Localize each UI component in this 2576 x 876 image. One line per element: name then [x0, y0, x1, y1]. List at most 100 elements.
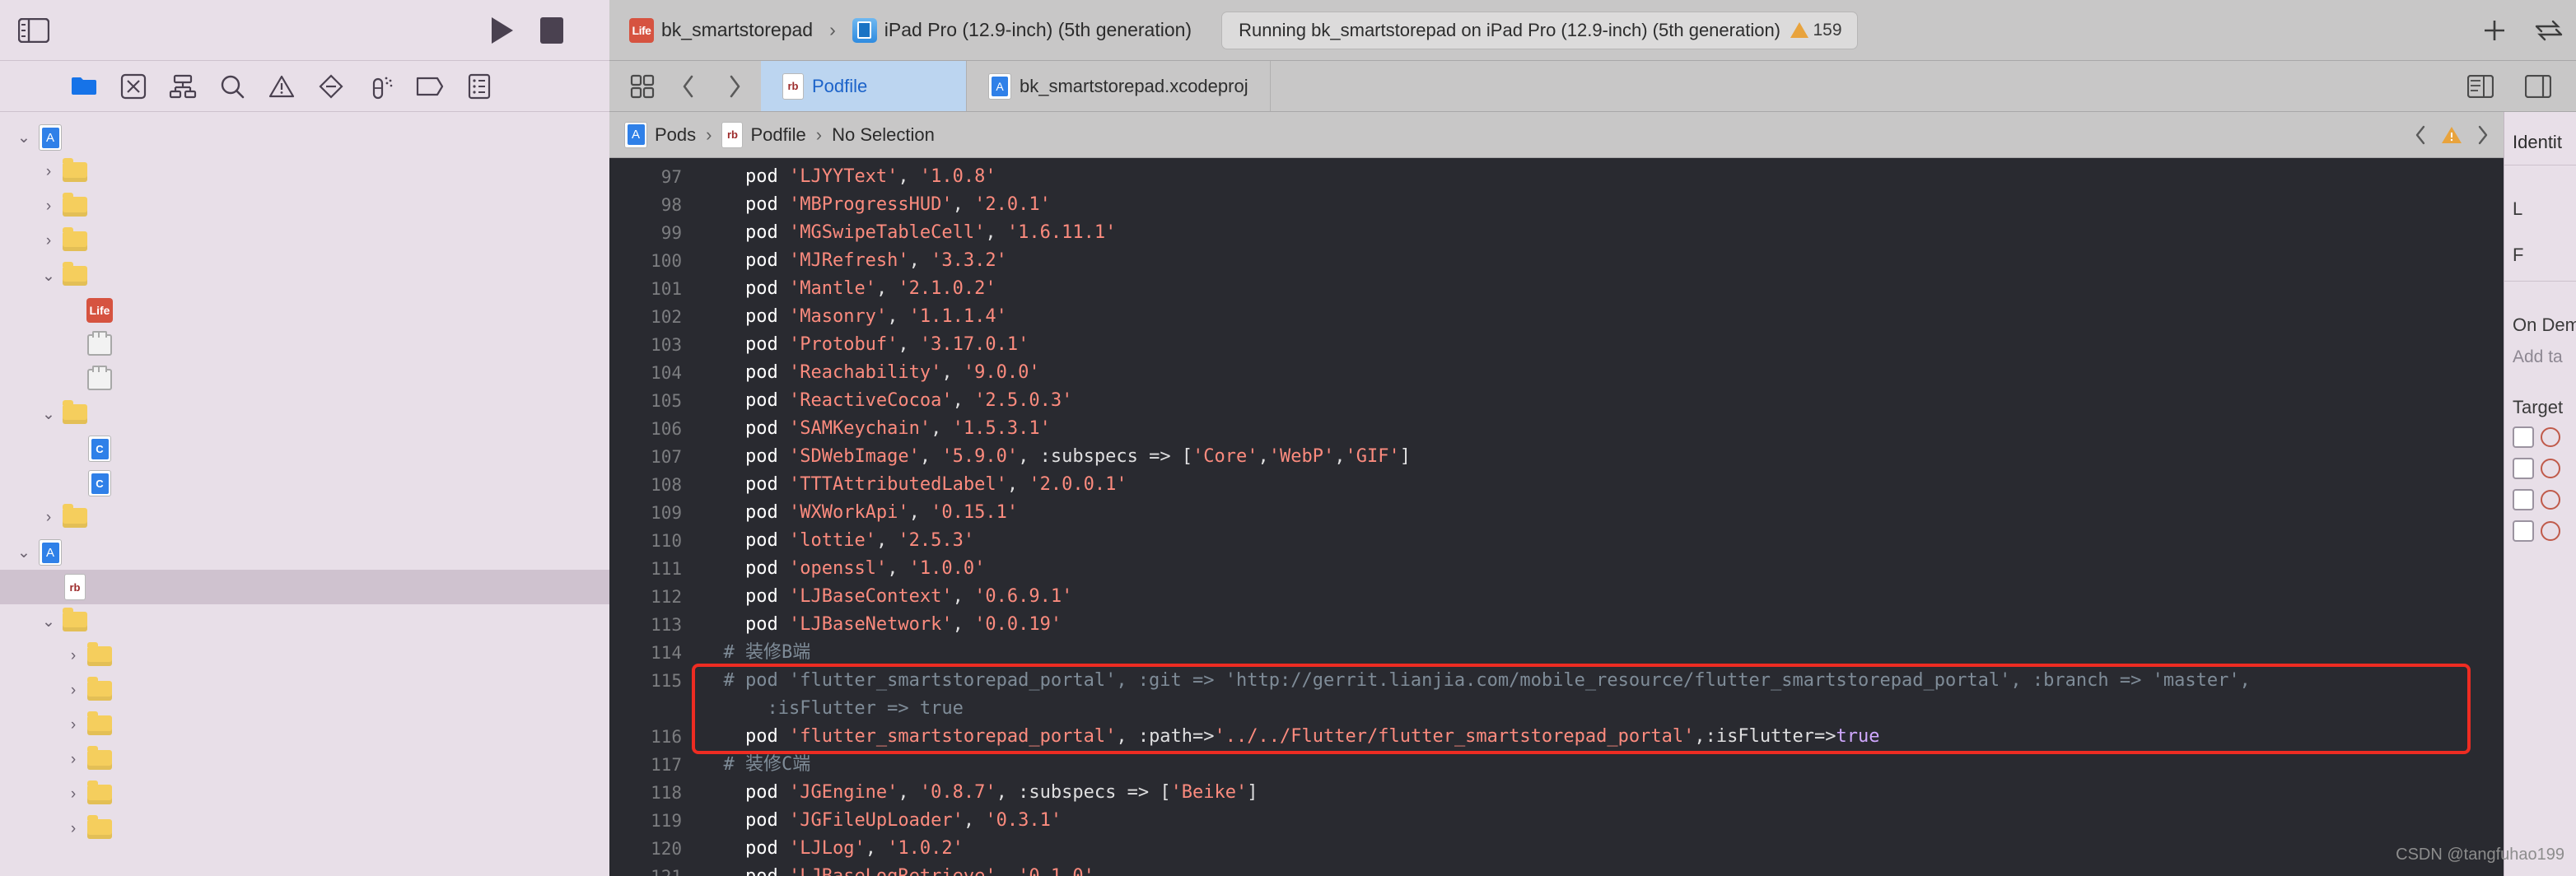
chevron-down-icon[interactable]: ⌄	[36, 405, 61, 424]
folder-icon	[63, 193, 87, 217]
xcodeproj-icon: A	[988, 72, 1011, 100]
sidebar-item-pods-bk-smartstorepad-release-xcconfig[interactable]: ·C	[0, 466, 609, 501]
chevron-right-icon[interactable]: ›	[36, 232, 61, 250]
sidebar-item-podfile[interactable]: ·rb	[0, 570, 609, 604]
sidebar-item-bk-smartstorepad-app[interactable]: ·Life	[0, 293, 609, 328]
sidebar-item-flutter-basic-performance-plugin[interactable]: ›	[0, 777, 609, 812]
chevron-right-icon[interactable]: ›	[61, 785, 86, 804]
search-icon[interactable]	[208, 63, 257, 110]
target-membership-row[interactable]	[2504, 484, 2576, 515]
code-line: 112 pod 'LJBaseContext', '0.6.9.1'	[609, 583, 2504, 611]
sidebar-item-beike-flutter-abtest-plugin[interactable]: ›	[0, 639, 609, 673]
target-icon	[2541, 427, 2560, 447]
add-editor-button[interactable]	[2467, 6, 2522, 55]
thumbnail-grid-icon[interactable]	[621, 65, 664, 108]
chevron-down-icon[interactable]: ⌄	[36, 613, 61, 631]
warning-icon[interactable]	[257, 63, 306, 110]
warning-badge[interactable]: 159	[1790, 21, 1849, 40]
code-line: 113 pod 'LJBaseNetwork', '0.0.19'	[609, 611, 2504, 639]
minimap-icon[interactable]	[2459, 65, 2502, 108]
chevron-right-icon[interactable]: ›	[61, 820, 86, 838]
sidebar-toggle-icon[interactable]	[15, 14, 53, 47]
debug-icon[interactable]	[356, 63, 405, 110]
inspector-toggle-icon[interactable]	[2517, 65, 2560, 108]
forward-chevron-icon[interactable]	[713, 65, 756, 108]
chevron-right-icon[interactable]: ›	[36, 198, 61, 216]
project-navigator[interactable]: ⌄A›››⌄·Life··⌄·C·C›⌄A·rb⌄››››››	[0, 112, 609, 876]
divider	[2504, 281, 2576, 282]
sidebar-item-products[interactable]: ⌄	[0, 259, 609, 293]
code-editor[interactable]: 97 pod 'LJYYText', '1.0.8' 98 pod 'MBProg…	[609, 158, 2504, 876]
destination-selector[interactable]: iPad Pro (12.9-inch) (5th generation)	[844, 13, 1200, 48]
target-icon	[2541, 490, 2560, 510]
chevron-down-icon[interactable]: ⌄	[36, 267, 61, 286]
line-content: pod 'MGSwipeTableCell', '1.6.11.1'	[702, 222, 1117, 243]
line-number: 112	[651, 587, 682, 607]
tab-podfile[interactable]: rb Podfile	[761, 61, 967, 111]
checkbox-icon[interactable]	[2513, 489, 2534, 510]
code-line: 116 pod 'flutter_smartstorepad_portal', …	[609, 723, 2504, 751]
chevron-right-icon[interactable]: ›	[61, 716, 86, 734]
sidebar-item-pods[interactable]: ⌄	[0, 397, 609, 431]
hierarchy-icon[interactable]	[158, 63, 208, 110]
breadcrumb-item-podfile[interactable]: rb Podfile	[721, 121, 806, 148]
back-chevron-icon[interactable]	[667, 65, 710, 108]
breadcrumb-separator-icon: ›	[815, 123, 823, 145]
run-button[interactable]	[478, 7, 527, 54]
sidebar-item-flutter-basic-hook[interactable]: ›	[0, 743, 609, 777]
next-issue-icon[interactable]	[2476, 124, 2490, 146]
chevron-down-icon[interactable]: ⌄	[12, 128, 36, 147]
line-content: pod 'LJBaseNetwork', '0.0.19'	[702, 614, 1062, 635]
stop-button[interactable]	[527, 7, 576, 54]
sidebar-item-bk-smartstorepaduitests[interactable]: ›	[0, 224, 609, 259]
sidebar-item-bk-smartstorepad[interactable]: ⌄ A	[0, 120, 609, 155]
checkbox-icon[interactable]	[2513, 520, 2534, 542]
sidebar-item-beike-flutter-router-plugin[interactable]: ›	[0, 673, 609, 708]
report-icon[interactable]	[455, 63, 504, 110]
code-line: 105 pod 'ReactiveCocoa', '2.5.0.3'	[609, 387, 2504, 415]
chevron-right-icon[interactable]: ›	[61, 682, 86, 700]
checkbox-icon[interactable]	[2513, 426, 2534, 448]
chevron-right-icon[interactable]: ›	[36, 163, 61, 181]
prev-issue-icon[interactable]	[2413, 124, 2428, 146]
source-control-icon[interactable]	[109, 63, 158, 110]
breadcrumb-item-pods[interactable]: A Pods	[624, 121, 696, 148]
inspector-add-tag[interactable]: Add ta	[2504, 339, 2576, 375]
checkbox-icon[interactable]	[2513, 458, 2534, 479]
breakpoint-icon[interactable]	[405, 63, 455, 110]
line-number: 120	[651, 839, 682, 859]
chevron-down-icon[interactable]: ⌄	[12, 543, 36, 562]
sidebar-item-pods[interactable]: ⌄ A	[0, 535, 609, 570]
sidebar-item-pods-bk-smartstorepad-debug-xcconfig[interactable]: ·C	[0, 431, 609, 466]
folder-icon[interactable]	[59, 63, 109, 110]
test-diamond-icon[interactable]	[306, 63, 356, 110]
line-number: 118	[651, 783, 682, 803]
sidebar-item-bk-smartstorepadtests[interactable]: ›	[0, 189, 609, 224]
editor-right-controls	[2443, 61, 2576, 111]
activity-status-bar[interactable]: Running bk_smartstorepad on iPad Pro (12…	[1221, 11, 1858, 49]
target-membership-row[interactable]	[2504, 422, 2576, 453]
tab-xcodeproj[interactable]: A bk_smartstorepad.xcodeproj	[967, 61, 1271, 111]
scheme-selector[interactable]: Life bk_smartstorepad	[621, 13, 821, 48]
warning-triangle-icon[interactable]	[2441, 125, 2462, 145]
sidebar-item-flutter-custom-report[interactable]: ›	[0, 812, 609, 846]
spacer: ·	[61, 370, 86, 389]
line-number: 119	[651, 811, 682, 831]
chevron-right-icon[interactable]: ›	[36, 509, 61, 527]
target-membership-row[interactable]	[2504, 515, 2576, 547]
breadcrumb-item-selection[interactable]: No Selection	[832, 124, 935, 146]
sidebar-item-development-pods[interactable]: ⌄	[0, 604, 609, 639]
sidebar-item-bk-smartstorepaduitests-xctest[interactable]: ·	[0, 362, 609, 397]
line-number: 107	[651, 447, 682, 467]
chevron-right-icon[interactable]: ›	[61, 647, 86, 665]
line-number: 108	[651, 475, 682, 495]
sidebar-item-bk-smartstorepad[interactable]: ›	[0, 155, 609, 189]
sidebar-item-bk-smartstorepadtests-xctest[interactable]: ·	[0, 328, 609, 362]
code-line: 101 pod 'Mantle', '2.1.0.2'	[609, 275, 2504, 303]
folder-icon	[63, 400, 87, 424]
sidebar-item-frameworks[interactable]: ›	[0, 501, 609, 535]
target-membership-row[interactable]	[2504, 453, 2576, 484]
chevron-right-icon[interactable]: ›	[61, 751, 86, 769]
sidebar-item-flutter[interactable]: ›	[0, 708, 609, 743]
editor-options-button[interactable]	[2522, 6, 2576, 55]
